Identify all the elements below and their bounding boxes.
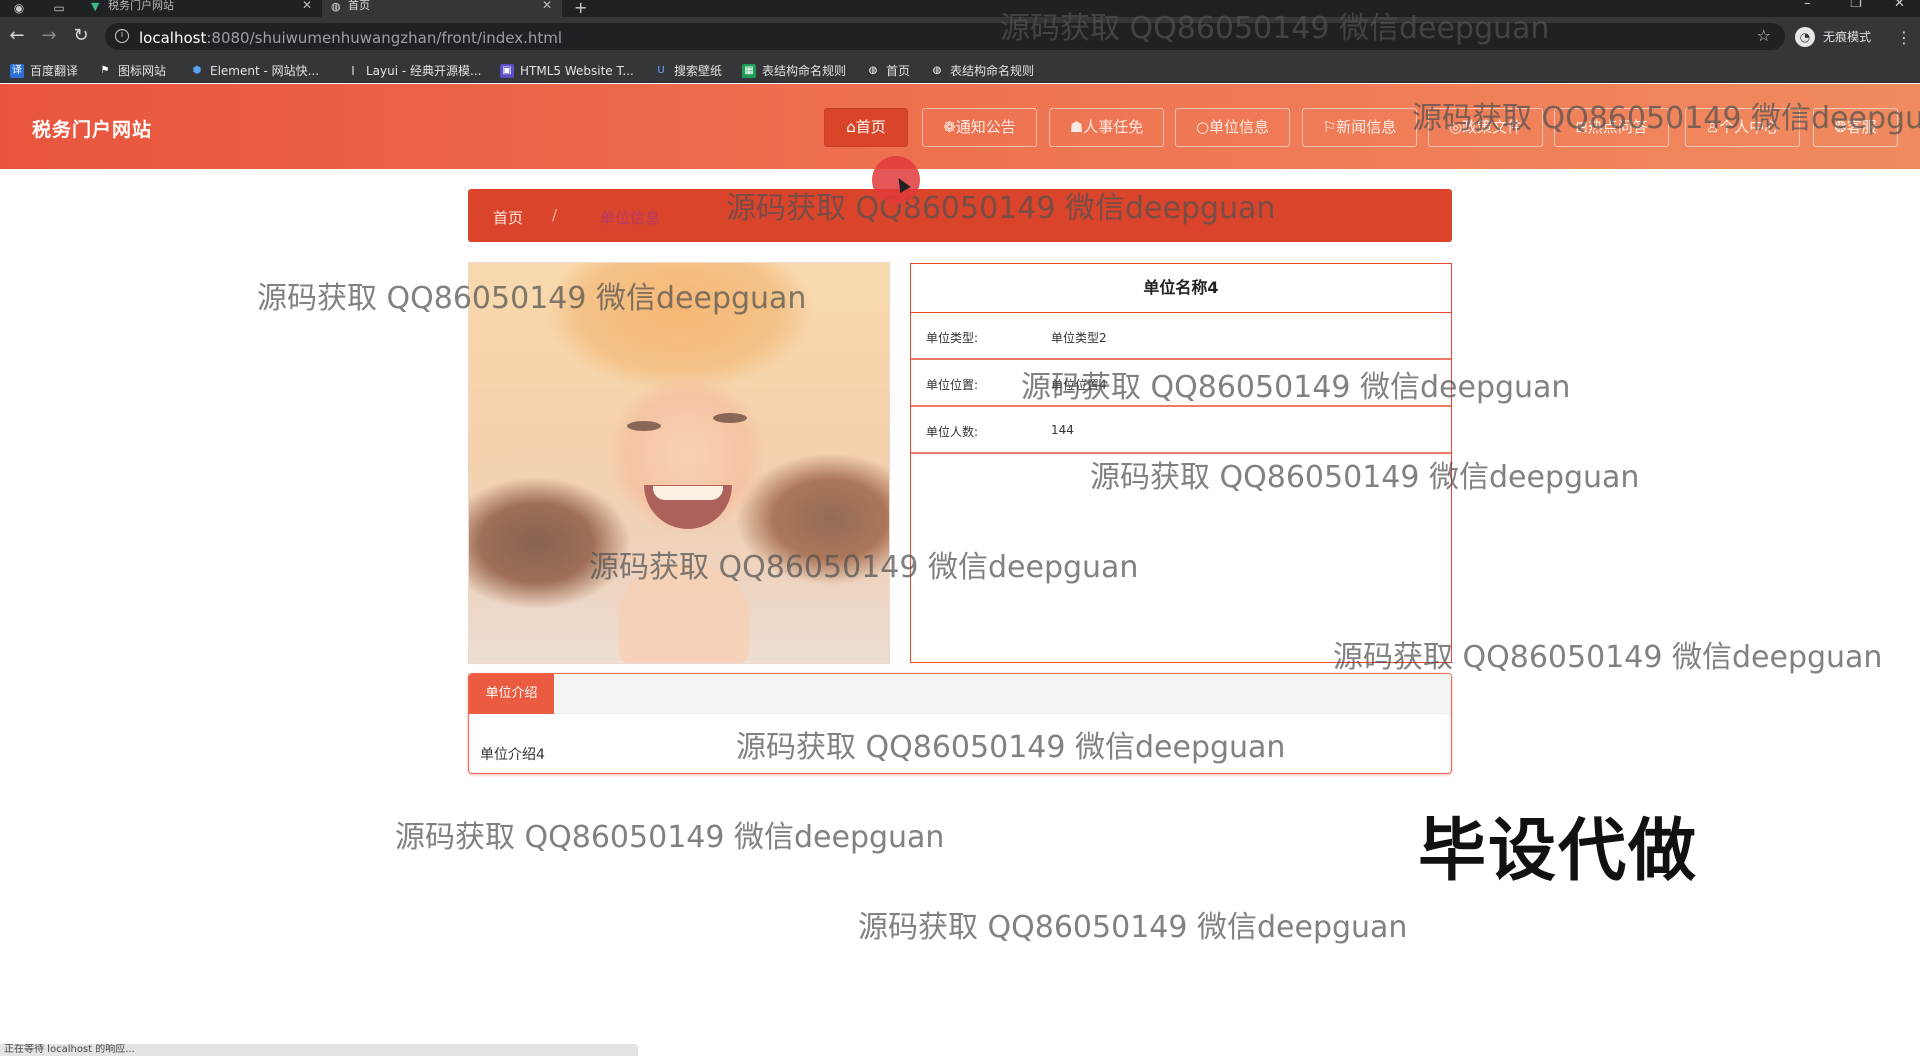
detail-row-type: 单位类型: 单位类型2 — [911, 313, 1451, 360]
watermark: 源码获取 QQ86050149 微信deepguan — [1000, 11, 1550, 46]
incognito-label: 无痕模式 — [1823, 30, 1872, 44]
close-icon[interactable]: ✕ — [302, 0, 312, 11]
nav-notices[interactable]: ❁通知公告 — [922, 108, 1037, 147]
tab-title: 税务门户网站 — [108, 0, 174, 12]
bookmark-table-naming-2[interactable]: ◍ 表结构命名规则 — [930, 63, 1034, 79]
restore-icon[interactable]: ❐ — [1850, 0, 1862, 11]
browser-toolbar: ← → ↻ i localhost:8080/shuiwumenhuwangzh… — [0, 17, 1920, 57]
minimize-icon[interactable]: – — [1804, 0, 1811, 11]
watermark: 源码获取 QQ86050149 微信deepguan — [1090, 460, 1640, 495]
globe-icon: ◍ — [868, 65, 878, 76]
tab-title: 首页 — [348, 0, 370, 12]
watermark: 源码获取 QQ86050149 微信deepguan — [257, 281, 807, 316]
bookmark-icon-site[interactable]: ⚑ 图标网站 — [98, 63, 167, 79]
browser-tab-bar: ◉ ▭ ▼ 税务门户网站 ✕ ◍ 首页 ✕ + – ❐ ✕ — [0, 0, 1920, 17]
breadcrumb-separator: / — [552, 206, 558, 224]
watermark: 源码获取 QQ86050149 微信deepguan — [736, 730, 1286, 765]
browser-status-bar: 正在等待 localhost 的响应... — [0, 1044, 638, 1056]
bookmark-label: HTML5 Website T... — [520, 64, 634, 78]
watermark: 源码获取 QQ86050149 微信deepguan — [726, 191, 1276, 226]
unit-photo — [468, 262, 890, 664]
nav-unit-info[interactable]: ○单位信息 — [1175, 108, 1290, 147]
tab-search-icon[interactable]: ▭ — [52, 1, 66, 15]
promo-caption: 毕设代做 — [1418, 812, 1699, 891]
browser-tab-2[interactable]: ◍ 首页 ✕ — [322, 0, 562, 17]
forward-icon[interactable]: → — [38, 25, 60, 47]
watermark: 源码获取 QQ86050149 微信deepguan — [395, 820, 945, 855]
globe-icon: ◍ — [932, 65, 942, 76]
detail-label: 单位位置: — [926, 378, 979, 392]
watermark: 源码获取 QQ86050149 微信deepguan — [1021, 370, 1571, 405]
bookmark-home[interactable]: ◍ 首页 — [866, 63, 910, 79]
bookmark-baidu-translate[interactable]: 译 百度翻译 — [10, 63, 78, 79]
globe-icon: ◍ — [331, 0, 341, 13]
bookmark-label: 搜索壁纸 — [674, 64, 723, 78]
nav-home[interactable]: ⌂首页 — [824, 108, 908, 147]
layui-icon: ǀ — [351, 65, 355, 76]
watermark: 源码获取 QQ86050149 微信deepguan — [1333, 640, 1883, 675]
translate-icon: 译 — [10, 64, 24, 78]
chrome-menu-icon[interactable]: ◉ — [12, 1, 26, 15]
element-icon: ⬢ — [192, 65, 202, 76]
bookmarks-bar: 译 百度翻译 ⚑ 图标网站 ⬢ Element - 网站快... ǀ Layui… — [0, 57, 1920, 83]
bookmark-label: 首页 — [886, 64, 911, 78]
site-info-icon[interactable]: i — [115, 29, 129, 43]
kebab-menu-icon[interactable]: ⋮ — [1896, 28, 1912, 47]
watermark: 源码获取 QQ86050149 微信deepguan — [589, 550, 1139, 585]
detail-value: 144 — [1051, 423, 1074, 437]
reload-icon[interactable]: ↻ — [70, 25, 92, 47]
site-title[interactable]: 税务门户网站 — [32, 115, 152, 142]
detail-label: 单位类型: — [926, 331, 979, 345]
detail-row-headcount: 单位人数: 144 — [911, 407, 1451, 454]
detail-label: 单位人数: — [926, 425, 979, 439]
close-icon[interactable]: ✕ — [542, 0, 552, 11]
url-text[interactable]: localhost:8080/shuiwumenhuwangzhan/front… — [139, 29, 562, 47]
back-icon[interactable]: ← — [6, 25, 28, 47]
watermark: 源码获取 QQ86050149 微信deepguan — [858, 910, 1408, 945]
bookmark-label: 百度翻译 — [30, 64, 79, 78]
bookmark-html5[interactable]: ▣ HTML5 Website T... — [500, 63, 634, 79]
intro-tab-bar: 单位介绍 — [469, 674, 1451, 714]
bookmark-label: 表结构命名规则 — [950, 64, 1035, 78]
watermark: 源码获取 QQ86050149 微信deepguan — [1412, 101, 1920, 136]
incognito-icon: ◔ — [1795, 27, 1815, 47]
incognito-indicator[interactable]: ◔ 无痕模式 — [1795, 25, 1871, 49]
nav-news[interactable]: ⚐新闻信息 — [1302, 108, 1417, 147]
intro-text: 单位介绍4 — [480, 747, 545, 763]
bookmark-star-icon[interactable]: ☆ — [1757, 26, 1771, 45]
wallpaper-icon: U — [657, 65, 665, 76]
nav-personnel[interactable]: ☗人事任免 — [1049, 108, 1164, 147]
new-tab-button[interactable]: + — [574, 0, 587, 17]
tab-unit-intro[interactable]: 单位介绍 — [469, 674, 554, 714]
bookmark-label: Element - 网站快... — [210, 64, 320, 78]
window-close-icon[interactable]: ✕ — [1894, 0, 1905, 11]
bookmark-layui[interactable]: ǀ Layui - 经典开源模... — [346, 63, 482, 79]
bookmark-table-naming[interactable]: ▦ 表结构命名规则 — [742, 63, 846, 79]
breadcrumb-current: 单位信息 — [600, 209, 661, 227]
vue-icon: ▼ — [91, 0, 100, 13]
flag-icon: ⚑ — [100, 65, 110, 76]
unit-name: 单位名称4 — [911, 264, 1451, 313]
bookmark-label: Layui - 经典开源模... — [366, 64, 482, 78]
detail-value: 单位类型2 — [1051, 331, 1107, 345]
browser-tab-1[interactable]: ▼ 税务门户网站 ✕ — [82, 0, 322, 17]
bookmark-label: 表结构命名规则 — [762, 64, 847, 78]
bookmark-element[interactable]: ⬢ Element - 网站快... — [190, 63, 319, 79]
photo-glow — [469, 263, 889, 663]
bookmark-wallpaper[interactable]: U 搜索壁纸 — [654, 63, 722, 79]
html5-icon: ▣ — [500, 64, 514, 78]
bookmark-label: 图标网站 — [118, 64, 167, 78]
breadcrumb-home[interactable]: 首页 — [493, 207, 523, 228]
sheet-icon: ▦ — [742, 64, 756, 78]
